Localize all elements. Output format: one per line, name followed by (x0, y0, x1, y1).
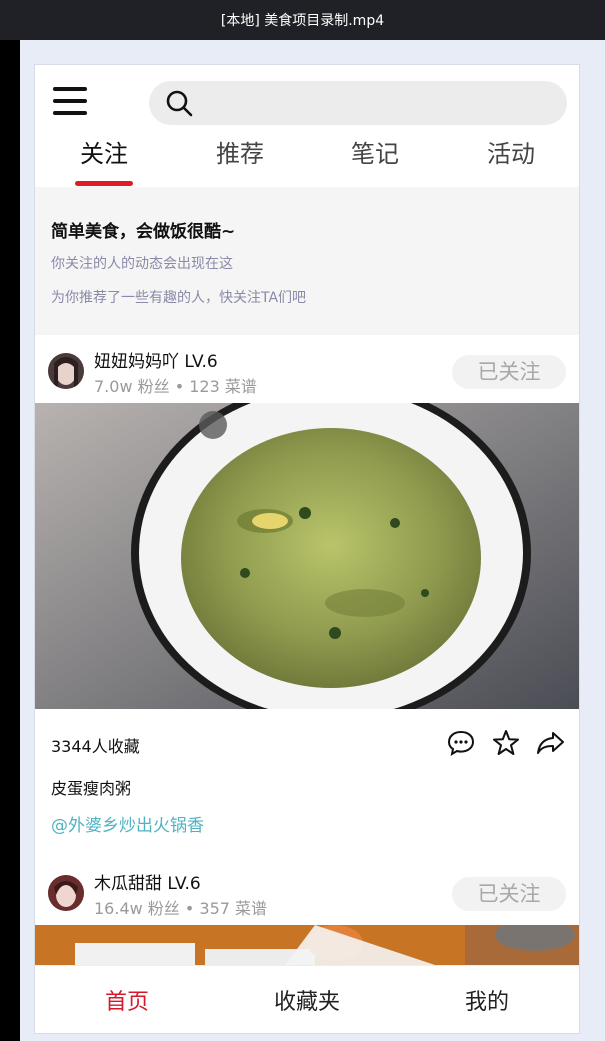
window-title: [本地] 美食项目录制.mp4 (220, 13, 385, 29)
left-black-bar (0, 40, 20, 1041)
bottom-navigation: 首页 收藏夹 我的 (35, 965, 579, 1033)
notice-title: 简单美食，会做饭很酷~ (51, 222, 236, 242)
user-photo (48, 875, 84, 911)
username[interactable]: 妞妞妈妈吖 LV.6 (94, 347, 218, 372)
search-input[interactable] (149, 81, 567, 125)
tab-recommend[interactable]: 推荐 (185, 135, 295, 185)
top-header: 关注 推荐 笔记 活动 (35, 65, 579, 187)
post-header: 木瓜甜甜 LV.6 16.4w 粉丝 • 357 菜谱 已关注 (35, 859, 579, 925)
share-icon[interactable] (535, 729, 565, 757)
search-icon (166, 90, 193, 117)
follow-button[interactable]: 已关注 (452, 877, 566, 911)
post-info: 3344人收藏 皮蛋瘦肉粥 @外婆乡炒出火锅香 (35, 709, 579, 857)
recipe-title[interactable]: 皮蛋瘦肉粥 (51, 775, 131, 799)
tab-notes[interactable]: 笔记 (320, 135, 430, 185)
collect-count: 3344人收藏 (51, 737, 140, 756)
nav-profile[interactable]: 我的 (427, 984, 547, 1016)
menu-icon[interactable] (53, 87, 87, 117)
tab-bar: 关注 推荐 笔记 活动 (35, 135, 579, 186)
recipe-tag[interactable]: @外婆乡炒出火锅香 (51, 811, 204, 836)
user-stats: 7.0w 粉丝 • 123 菜谱 (94, 377, 257, 396)
avatar[interactable] (48, 353, 84, 389)
food-photo (35, 403, 579, 709)
tab-follow[interactable]: 关注 (49, 135, 159, 185)
post-photo[interactable] (35, 925, 579, 965)
nav-favorites[interactable]: 收藏夹 (247, 984, 367, 1016)
avatar[interactable] (48, 875, 84, 911)
comment-icon[interactable] (447, 729, 475, 757)
post-header: 妞妞妈妈吖 LV.6 7.0w 粉丝 • 123 菜谱 已关注 (35, 337, 579, 403)
nav-home[interactable]: 首页 (67, 984, 187, 1016)
app-frame: 关注 推荐 笔记 活动 简单美食，会做饭很酷~ 你关注的人的动态会出现在这 为你… (34, 64, 580, 1034)
active-tab-indicator (75, 181, 133, 186)
post-photo[interactable] (35, 403, 579, 709)
tab-activities[interactable]: 活动 (456, 135, 566, 185)
notice-line-2: 为你推荐了一些有趣的人，快关注TA们吧 (51, 290, 307, 306)
user-stats: 16.4w 粉丝 • 357 菜谱 (94, 899, 268, 918)
star-icon[interactable] (492, 729, 520, 757)
follow-notice: 简单美食，会做饭很酷~ 你关注的人的动态会出现在这 为你推荐了一些有趣的人，快关… (35, 187, 579, 335)
food-photo (35, 925, 579, 965)
user-photo (48, 353, 84, 389)
follow-button[interactable]: 已关注 (452, 355, 566, 389)
window-title-bar: [本地] 美食项目录制.mp4 (0, 0, 605, 40)
notice-line-1: 你关注的人的动态会出现在这 (51, 256, 233, 272)
username[interactable]: 木瓜甜甜 LV.6 (94, 869, 201, 894)
